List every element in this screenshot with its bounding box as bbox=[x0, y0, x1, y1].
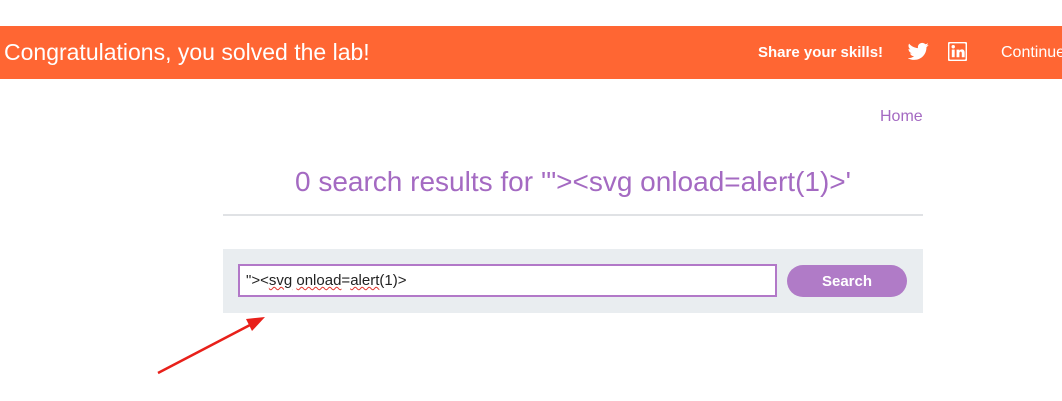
search-value-suffix: (1)> bbox=[379, 272, 407, 289]
search-value-word-alert: alert bbox=[350, 272, 380, 289]
search-input[interactable]: "><svg onload=alert(1)> bbox=[238, 264, 777, 297]
twitter-icon[interactable] bbox=[908, 42, 929, 61]
search-value-word-onload: onload bbox=[296, 272, 342, 289]
banner-title: Congratulations, you solved the lab! bbox=[4, 39, 370, 65]
search-value-prefix: ">< bbox=[246, 272, 269, 289]
arrow-icon bbox=[157, 317, 265, 375]
divider bbox=[223, 214, 923, 216]
continue-link[interactable]: Continue bbox=[1001, 26, 1062, 79]
search-button[interactable]: Search bbox=[787, 265, 907, 297]
search-value-eq: = bbox=[341, 272, 351, 289]
share-label: Share your skills! bbox=[758, 44, 884, 61]
search-value-word-svg: svg bbox=[268, 272, 293, 289]
lab-solved-banner: Congratulations, you solved the lab! Sha… bbox=[0, 26, 1062, 79]
linkedin-icon[interactable] bbox=[948, 42, 967, 61]
search-panel: "><svg onload=alert(1)> Search bbox=[223, 249, 923, 313]
search-results-heading: 0 search results for '"><svg onload=aler… bbox=[294, 166, 852, 197]
home-link[interactable]: Home bbox=[880, 108, 923, 126]
